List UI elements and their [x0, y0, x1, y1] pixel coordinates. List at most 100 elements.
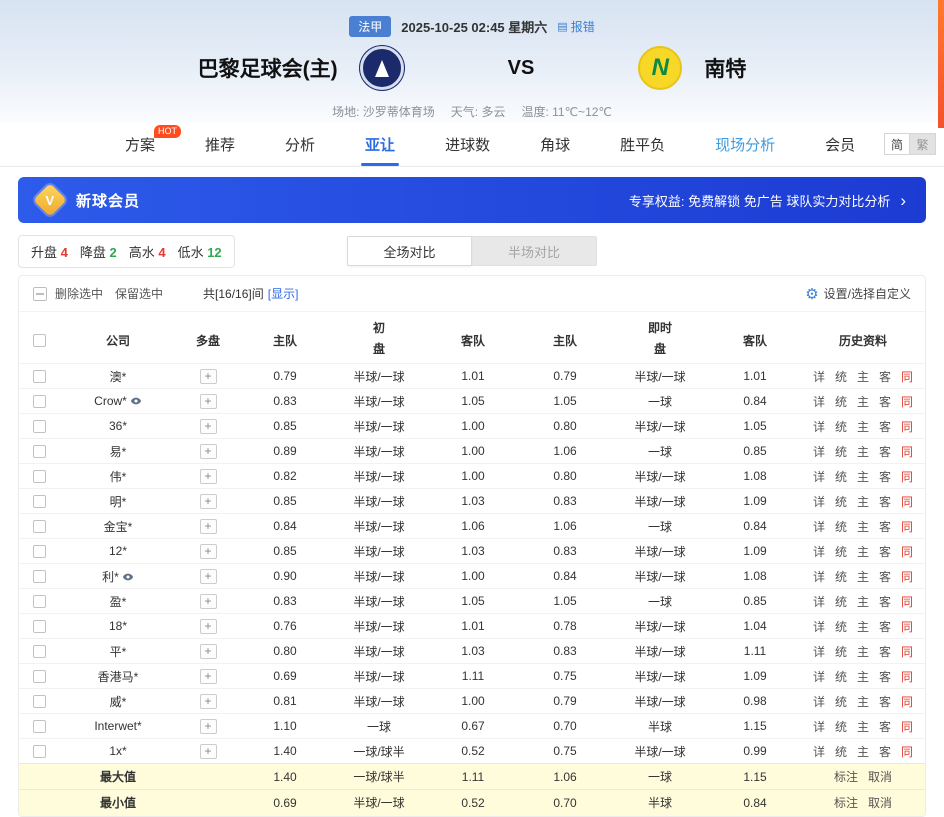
history-link-2[interactable]: 统	[835, 520, 847, 534]
history-link-3[interactable]: 主	[857, 720, 869, 734]
history-link-1[interactable]: 详	[813, 645, 825, 659]
lang-traditional-button[interactable]: 繁	[910, 133, 936, 155]
row-checkbox[interactable]	[33, 720, 46, 733]
history-link-1[interactable]: 详	[813, 520, 825, 534]
row-checkbox[interactable]	[33, 395, 46, 408]
tab-asian-handicap[interactable]: 亚让	[340, 122, 420, 166]
select-toggle-icon[interactable]	[33, 287, 47, 301]
history-link-1[interactable]: 详	[813, 695, 825, 709]
history-link-1[interactable]: 详	[813, 620, 825, 634]
history-link-2[interactable]: 统	[835, 470, 847, 484]
history-link-4[interactable]: 客	[879, 595, 891, 609]
row-checkbox[interactable]	[33, 470, 46, 483]
half-match-toggle-button[interactable]: 半场对比	[472, 236, 597, 266]
history-link-3[interactable]: 主	[857, 645, 869, 659]
history-link-3[interactable]: 主	[857, 395, 869, 409]
history-link-1[interactable]: 详	[813, 670, 825, 684]
show-link[interactable]: [显示]	[268, 285, 299, 302]
history-link-1[interactable]: 详	[813, 495, 825, 509]
history-link-5[interactable]: 同	[901, 445, 913, 459]
history-link-1[interactable]: 详	[813, 420, 825, 434]
history-link-2[interactable]: 统	[835, 395, 847, 409]
multi-odds-expand-button[interactable]: +	[200, 694, 217, 709]
history-link-2[interactable]: 统	[835, 645, 847, 659]
delete-selected-button[interactable]: 删除选中	[55, 285, 103, 302]
row-checkbox[interactable]	[33, 545, 46, 558]
multi-odds-expand-button[interactable]: +	[200, 519, 217, 534]
lang-simplified-button[interactable]: 简	[884, 133, 910, 155]
report-error-link[interactable]: ▤报错	[557, 18, 594, 35]
tab-live-analysis[interactable]: 现场分析	[690, 122, 800, 166]
history-link-4[interactable]: 客	[879, 645, 891, 659]
history-link-2[interactable]: 统	[835, 495, 847, 509]
history-link-2[interactable]: 统	[835, 620, 847, 634]
vip-banner[interactable]: V 新球会员 专享权益: 免费解锁 免广告 球队实力对比分析 ›	[18, 177, 926, 223]
tab-analysis[interactable]: 分析	[260, 122, 340, 166]
history-link-1[interactable]: 详	[813, 395, 825, 409]
history-link-5[interactable]: 同	[901, 670, 913, 684]
tab-goals[interactable]: 进球数	[420, 122, 515, 166]
settings-customize-link[interactable]: 设置/选择自定义	[824, 285, 911, 302]
multi-odds-expand-button[interactable]: +	[200, 494, 217, 509]
history-link-2[interactable]: 统	[835, 695, 847, 709]
history-link-5[interactable]: 同	[901, 395, 913, 409]
history-link-5[interactable]: 同	[901, 570, 913, 584]
company-name[interactable]: 平*	[59, 639, 177, 664]
history-link-1[interactable]: 详	[813, 720, 825, 734]
summary-action-2[interactable]: 取消	[868, 796, 892, 810]
company-name[interactable]: 金宝*	[59, 514, 177, 539]
tab-corners[interactable]: 角球	[515, 122, 595, 166]
multi-odds-expand-button[interactable]: +	[200, 719, 217, 734]
history-link-3[interactable]: 主	[857, 570, 869, 584]
row-checkbox[interactable]	[33, 445, 46, 458]
company-name[interactable]: 12*	[59, 539, 177, 564]
vip-benefits-link[interactable]: 专享权益: 免费解锁 免广告 球队实力对比分析 ›	[629, 191, 906, 210]
history-link-4[interactable]: 客	[879, 720, 891, 734]
history-link-5[interactable]: 同	[901, 470, 913, 484]
history-link-3[interactable]: 主	[857, 520, 869, 534]
history-link-4[interactable]: 客	[879, 695, 891, 709]
history-link-1[interactable]: 详	[813, 470, 825, 484]
history-link-2[interactable]: 统	[835, 570, 847, 584]
filter-low-water[interactable]: 低水 12	[178, 242, 222, 261]
history-link-2[interactable]: 统	[835, 745, 847, 759]
company-name[interactable]: Crow*	[59, 389, 177, 414]
company-name[interactable]: 1x*	[59, 739, 177, 764]
company-name[interactable]: 36*	[59, 414, 177, 439]
multi-odds-expand-button[interactable]: +	[200, 594, 217, 609]
row-checkbox[interactable]	[33, 520, 46, 533]
history-link-3[interactable]: 主	[857, 470, 869, 484]
history-link-2[interactable]: 统	[835, 720, 847, 734]
multi-odds-expand-button[interactable]: +	[200, 619, 217, 634]
company-name[interactable]: Interwet*	[59, 714, 177, 739]
history-link-4[interactable]: 客	[879, 495, 891, 509]
row-checkbox[interactable]	[33, 370, 46, 383]
row-checkbox[interactable]	[33, 695, 46, 708]
history-link-5[interactable]: 同	[901, 595, 913, 609]
history-link-5[interactable]: 同	[901, 620, 913, 634]
multi-odds-expand-button[interactable]: +	[200, 569, 217, 584]
company-name[interactable]: 伟*	[59, 464, 177, 489]
row-checkbox[interactable]	[33, 595, 46, 608]
history-link-4[interactable]: 客	[879, 570, 891, 584]
history-link-3[interactable]: 主	[857, 620, 869, 634]
history-link-2[interactable]: 统	[835, 670, 847, 684]
history-link-5[interactable]: 同	[901, 720, 913, 734]
company-name[interactable]: 易*	[59, 439, 177, 464]
summary-action-2[interactable]: 取消	[868, 770, 892, 784]
filter-rise[interactable]: 升盘 4	[31, 242, 68, 261]
history-link-4[interactable]: 客	[879, 620, 891, 634]
history-link-4[interactable]: 客	[879, 670, 891, 684]
multi-odds-expand-button[interactable]: +	[200, 544, 217, 559]
multi-odds-expand-button[interactable]: +	[200, 669, 217, 684]
history-link-2[interactable]: 统	[835, 370, 847, 384]
full-match-toggle-button[interactable]: 全场对比	[347, 236, 472, 266]
history-link-5[interactable]: 同	[901, 520, 913, 534]
history-link-5[interactable]: 同	[901, 495, 913, 509]
history-link-3[interactable]: 主	[857, 545, 869, 559]
history-link-1[interactable]: 详	[813, 370, 825, 384]
filter-fall[interactable]: 降盘 2	[80, 242, 117, 261]
company-name[interactable]: 盈*	[59, 589, 177, 614]
history-link-1[interactable]: 详	[813, 745, 825, 759]
summary-action-1[interactable]: 标注	[834, 796, 858, 810]
